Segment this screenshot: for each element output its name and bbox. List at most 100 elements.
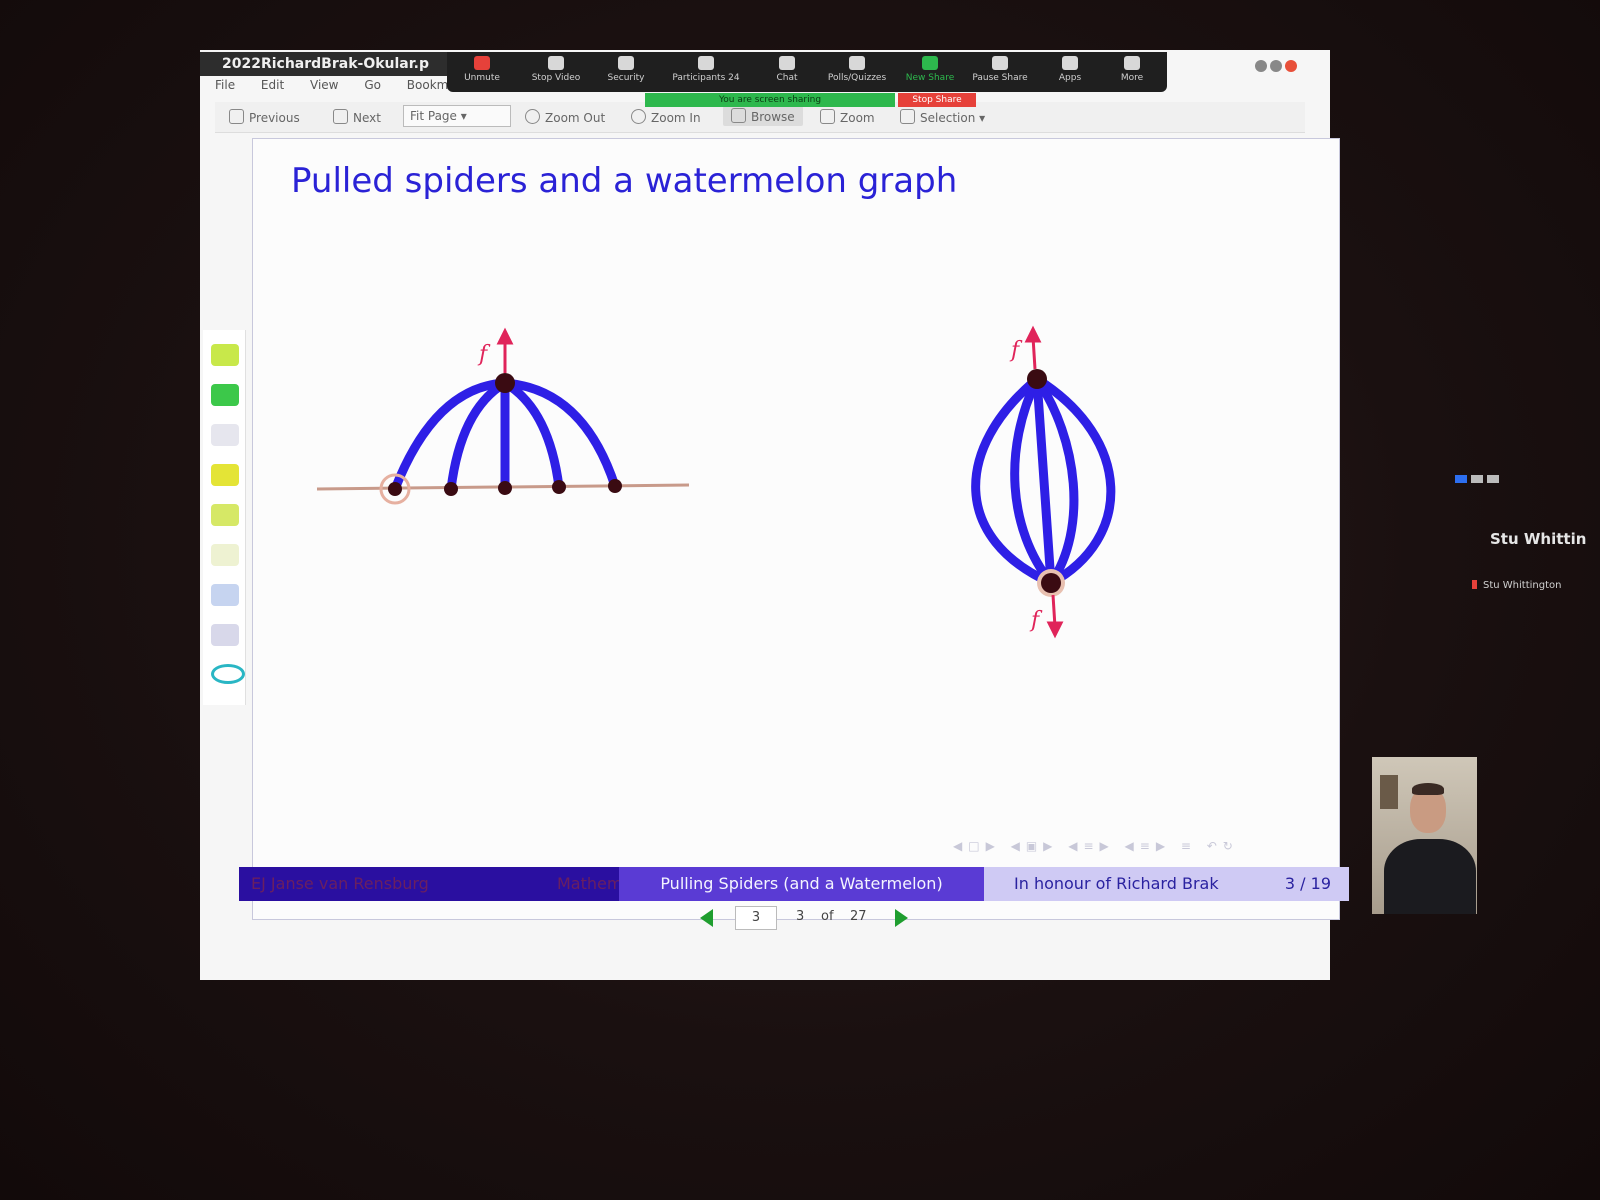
graph-figures: f f f [316, 325, 1116, 639]
pause-icon [992, 56, 1008, 70]
zoom-out-button[interactable]: Zoom Out [525, 109, 605, 125]
shield-icon [618, 56, 634, 70]
menu-view[interactable]: View [310, 78, 338, 92]
speaker-view-icon[interactable] [1455, 475, 1467, 483]
footer-page-number: 3 / 19 [1284, 874, 1331, 893]
participants-icon [698, 56, 714, 70]
previous-icon [229, 109, 244, 124]
page-number-input[interactable]: 3 [735, 906, 777, 930]
menu-edit[interactable]: Edit [261, 78, 284, 92]
mic-muted-icon [474, 56, 490, 70]
footer-authors: EJ Janse van Rensburg Mathem [239, 867, 623, 901]
zoom-out-icon [525, 109, 540, 124]
spider-vertex-5 [608, 479, 622, 493]
footer-right: In honour of Richard Brak 3 / 19 [984, 867, 1349, 901]
presenter-webcam[interactable] [1372, 757, 1477, 914]
sticky-note-icon[interactable] [211, 464, 239, 486]
more-icon [1124, 56, 1140, 70]
minimize-icon[interactable] [1255, 60, 1267, 72]
page-of-label: of [821, 909, 834, 924]
maximize-icon[interactable] [1270, 60, 1282, 72]
next-page-arrow-icon[interactable] [895, 909, 908, 927]
watermelon-force-label-top: f [1009, 338, 1023, 363]
gallery-view-controls[interactable] [1455, 468, 1535, 483]
watermelon-force-label-bottom: f [1029, 608, 1043, 633]
watermelon-force-up [1024, 325, 1042, 370]
speaker-label: Stu Whittington [1472, 580, 1561, 591]
background-picture [1380, 775, 1398, 809]
spider-vertex-3 [498, 481, 512, 495]
presenter-body [1384, 839, 1476, 914]
gallery-view-icon[interactable] [1471, 475, 1483, 483]
pause-share-button[interactable]: Pause Share [965, 56, 1035, 83]
close-icon[interactable] [1285, 60, 1297, 72]
menu-bar: File Edit View Go Bookm [215, 78, 465, 98]
window-controls [1255, 57, 1300, 76]
zoom-tool-button[interactable]: Zoom [820, 109, 875, 125]
stop-share-button[interactable]: Stop Share [898, 93, 976, 107]
video-icon [548, 56, 564, 70]
annotation-sidebar [203, 330, 246, 705]
mic-muted-icon [1472, 580, 1477, 589]
text-note-icon[interactable] [211, 424, 239, 446]
new-share-button[interactable]: New Share [895, 56, 965, 83]
ellipse-tool-icon[interactable] [211, 664, 245, 684]
underline-tool-icon[interactable] [211, 384, 239, 406]
meeting-toolbar: Unmute Stop Video Security Participants … [447, 52, 1167, 92]
hide-video-icon[interactable] [1487, 475, 1499, 483]
browse-tool-button[interactable]: Browse [723, 106, 803, 126]
polls-button[interactable]: Polls/Quizzes [822, 56, 892, 83]
zoom-tool-icon [820, 109, 835, 124]
highlight-tool-icon[interactable] [211, 344, 239, 366]
spider-vertex-4 [552, 480, 566, 494]
presentation-slide: Pulled spiders and a watermelon graph f [239, 138, 1349, 920]
page-navigation: 3 3 of 27 [700, 905, 920, 931]
selection-tool-button[interactable]: Selection ▾ [900, 109, 985, 125]
share-icon [922, 56, 938, 70]
beamer-nav-symbols[interactable]: ◀□▶ ◀▣▶ ◀≡▶ ◀≡▶ ≡ ↶↻ [953, 839, 1239, 853]
stamp-icon[interactable] [211, 584, 239, 606]
window-title: 2022RichardBrak-Okular.p [200, 52, 462, 76]
fit-page-select[interactable]: Fit Page ▾ [403, 105, 511, 127]
security-button[interactable]: Security [591, 56, 661, 83]
menu-bookmarks[interactable]: Bookm [407, 78, 449, 92]
spider-legs [390, 378, 620, 494]
menu-go[interactable]: Go [364, 78, 381, 92]
stop-video-button[interactable]: Stop Video [521, 56, 591, 83]
footer-honour: In honour of Richard Brak [1014, 874, 1219, 893]
inline-note-icon[interactable] [211, 504, 239, 526]
spider-vertex-1 [388, 482, 402, 496]
next-button[interactable]: Next [333, 109, 381, 125]
apps-button[interactable]: Apps [1035, 56, 1105, 83]
chat-button[interactable]: Chat [752, 56, 822, 83]
participants-count: 24 [728, 73, 740, 83]
watermelon-edges [971, 374, 1116, 588]
apps-icon [1062, 56, 1078, 70]
more-button[interactable]: More [1097, 56, 1167, 83]
speaker-name: Stu Whittin [1490, 530, 1587, 548]
previous-page-arrow-icon[interactable] [700, 909, 713, 927]
freehand-icon[interactable] [211, 624, 239, 646]
footer-talk-title: Pulling Spiders (and a Watermelon) [619, 867, 984, 901]
previous-button[interactable]: Previous [229, 109, 300, 125]
screen-sharing-notice[interactable]: You are screen sharing [645, 93, 895, 107]
spider-force-arrow [496, 327, 514, 373]
chat-icon [779, 56, 795, 70]
spider-force-label: f [477, 342, 491, 367]
selection-icon [900, 109, 915, 124]
spider-top-vertex [495, 373, 515, 393]
zoom-in-button[interactable]: Zoom In [631, 109, 701, 125]
typewriter-icon[interactable] [211, 544, 239, 566]
watermelon-edge-3 [1032, 374, 1056, 588]
watermelon-bottom-vertex [1041, 573, 1061, 593]
footer-affiliation: Mathem [557, 874, 623, 893]
watermelon-force-down [1046, 594, 1064, 639]
watermelon-top-vertex [1027, 369, 1047, 389]
total-pages: 27 [850, 909, 867, 924]
slide-footer: EJ Janse van Rensburg Mathem Pulling Spi… [239, 867, 1349, 901]
spider-vertex-2 [444, 482, 458, 496]
participants-button[interactable]: Participants 24 [671, 56, 741, 83]
next-icon [333, 109, 348, 124]
unmute-button[interactable]: Unmute [447, 56, 517, 83]
menu-file[interactable]: File [215, 78, 235, 92]
